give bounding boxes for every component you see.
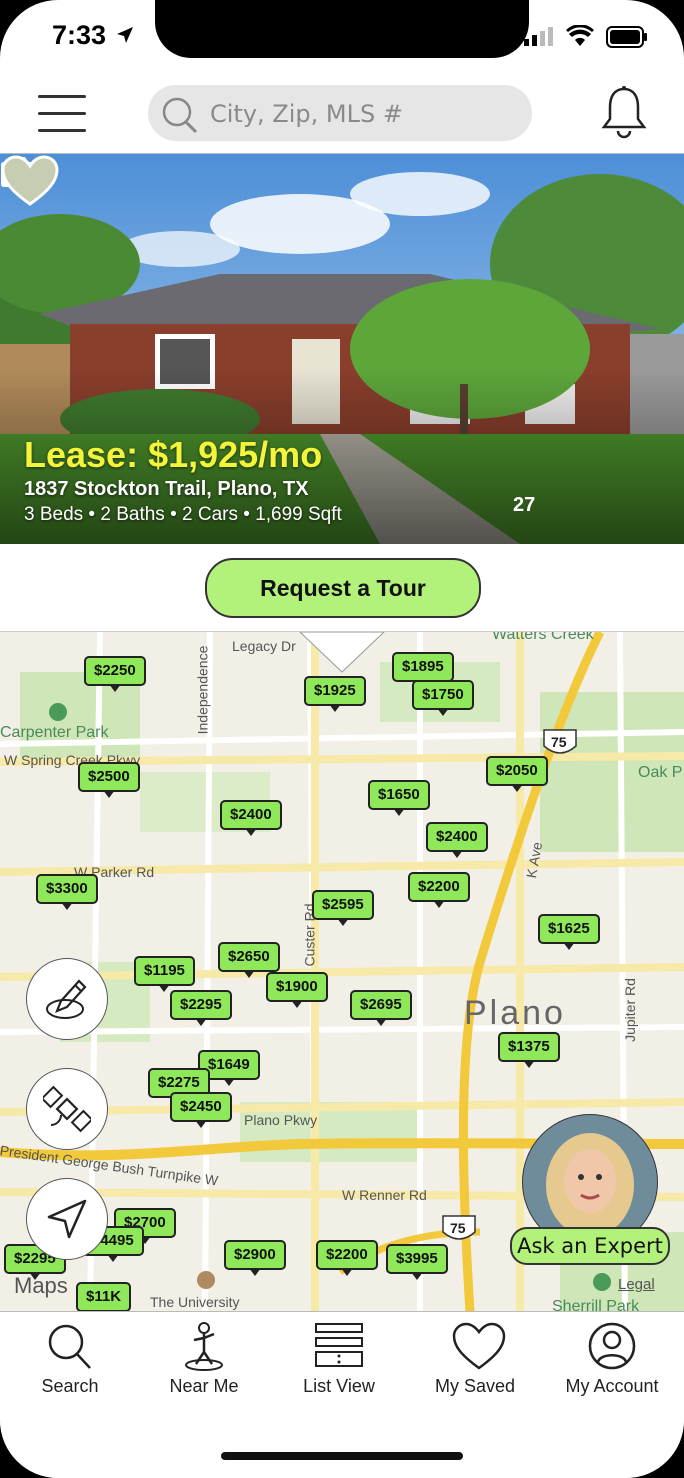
status-bar: 7:33 xyxy=(0,0,684,75)
legal-link[interactable]: Legal xyxy=(618,1276,655,1293)
draw-area-button[interactable] xyxy=(26,958,108,1040)
ask-expert-button[interactable]: Ask an Expert xyxy=(510,1227,670,1265)
search-icon xyxy=(48,1324,91,1369)
app-header xyxy=(0,75,684,154)
price-pin[interactable]: $2695 xyxy=(350,990,412,1026)
map-label-jupiter: Jupiter Rd xyxy=(621,978,638,1042)
tab-label: List View xyxy=(303,1376,375,1396)
tour-section: Request a Tour xyxy=(0,544,684,632)
price-pin[interactable]: $3995 xyxy=(386,1244,448,1280)
price-pin[interactable]: $11K xyxy=(76,1282,132,1312)
map-label-legacy: Legacy Dr xyxy=(232,638,296,654)
price-pin[interactable]: $1625 xyxy=(538,914,600,950)
satellite-icon xyxy=(43,1085,91,1133)
map-label-university: The University xyxy=(150,1294,240,1310)
screen: 7:33 City, Zip, MLS # Lease: $1,925/mo 1… xyxy=(0,0,684,1478)
search-input[interactable] xyxy=(208,95,512,133)
price-pin[interactable]: $2500 xyxy=(78,762,140,798)
satellite-view-button[interactable] xyxy=(26,1068,108,1150)
account-icon xyxy=(588,1322,636,1370)
price-pin[interactable]: $1375 xyxy=(498,1032,560,1068)
price-pin[interactable]: $2595 xyxy=(312,890,374,926)
price-pin[interactable]: $1750 xyxy=(412,680,474,716)
tab-label: Search xyxy=(41,1376,99,1396)
price-pin[interactable]: $2900 xyxy=(224,1240,286,1276)
tab-my-account[interactable]: My Account xyxy=(544,1322,680,1402)
price-pin[interactable]: $1195 xyxy=(134,956,195,992)
tab-list-view[interactable]: List View xyxy=(271,1322,407,1402)
notch xyxy=(155,0,529,58)
price-pin[interactable]: $2400 xyxy=(426,822,488,858)
search-bar[interactable] xyxy=(148,85,532,141)
menu-button[interactable] xyxy=(38,95,86,133)
notification-bell-icon[interactable] xyxy=(600,85,648,139)
price-pin[interactable]: $2200 xyxy=(316,1240,378,1276)
pencil-draw-icon xyxy=(46,979,87,1019)
map-label-renner: W Renner Rd xyxy=(342,1187,427,1203)
map-label-oak-park: Oak P xyxy=(638,764,683,781)
price-pin[interactable]: $2250 xyxy=(84,656,146,692)
phone-frame: 7:33 City, Zip, MLS # Lease: $1,925/mo 1… xyxy=(0,0,684,1478)
price-pin[interactable]: $1895 xyxy=(392,652,454,688)
tab-near-me[interactable]: Near Me xyxy=(136,1322,272,1402)
map-label-carpenter: Carpenter Park xyxy=(0,724,109,741)
price-pin[interactable]: $2295 xyxy=(170,990,232,1026)
map-label-independence: Independence xyxy=(194,645,211,735)
tab-label: My Saved xyxy=(434,1376,516,1396)
highway-75-shield: 75 xyxy=(551,734,567,750)
tab-label: Near Me xyxy=(169,1376,239,1396)
map-label-watters: Watters Creek xyxy=(492,631,594,643)
navigation-arrow-icon xyxy=(47,1199,87,1239)
heart-icon xyxy=(452,1322,506,1370)
price-pin[interactable]: $2400 xyxy=(220,800,282,836)
map-label-plano-pkwy: Plano Pkwy xyxy=(244,1112,318,1128)
maps-logo-text: Maps xyxy=(14,1273,68,1298)
listing-specs: 3 Beds • 2 Baths • 2 Cars • 1,699 Sqft xyxy=(24,504,342,525)
price-pin[interactable]: $3300 xyxy=(36,874,98,910)
tab-label: My Account xyxy=(565,1376,659,1396)
home-indicator[interactable] xyxy=(221,1452,463,1460)
price-pin[interactable]: $2050 xyxy=(486,756,548,792)
tab-my-saved[interactable]: My Saved xyxy=(407,1322,543,1402)
listing-address: 1837 Stockton Trail, Plano, TX xyxy=(24,478,309,500)
list-icon xyxy=(315,1323,363,1367)
map-view[interactable]: Legacy Dr Watters Creek Independence Car… xyxy=(0,631,684,1312)
map-label-sherrill: Sherrill Park xyxy=(552,1298,640,1312)
search-icon xyxy=(162,97,198,134)
price-pin[interactable]: $1650 xyxy=(368,780,430,816)
location-arrow-icon xyxy=(117,27,133,43)
listing-price: Lease: $1,925/mo xyxy=(24,434,323,475)
cellular-signal-icon xyxy=(524,27,553,46)
status-time: 7:33 xyxy=(52,20,107,50)
price-pin[interactable]: $2450 xyxy=(170,1092,232,1128)
tab-search[interactable]: Search xyxy=(2,1322,138,1402)
price-pin[interactable]: $2200 xyxy=(408,872,470,908)
price-pin[interactable]: $1925 xyxy=(304,676,366,712)
battery-icon xyxy=(606,26,647,48)
apple-maps-logo: Maps xyxy=(14,1273,68,1299)
photo-count: 27 xyxy=(513,494,536,516)
price-pin[interactable]: $1900 xyxy=(266,972,328,1008)
listing-hero[interactable]: Lease: $1,925/mo 1837 Stockton Trail, Pl… xyxy=(0,154,684,544)
highway-75-shield: 75 xyxy=(450,1220,466,1236)
person-location-icon xyxy=(185,1322,223,1371)
price-pin[interactable]: $2650 xyxy=(218,942,280,978)
wifi-icon xyxy=(566,25,594,46)
favorite-heart-icon[interactable] xyxy=(0,154,60,208)
request-tour-button[interactable]: Request a Tour xyxy=(205,558,481,618)
map-label-plano: Plano xyxy=(464,994,566,1032)
current-location-button[interactable] xyxy=(26,1178,108,1260)
